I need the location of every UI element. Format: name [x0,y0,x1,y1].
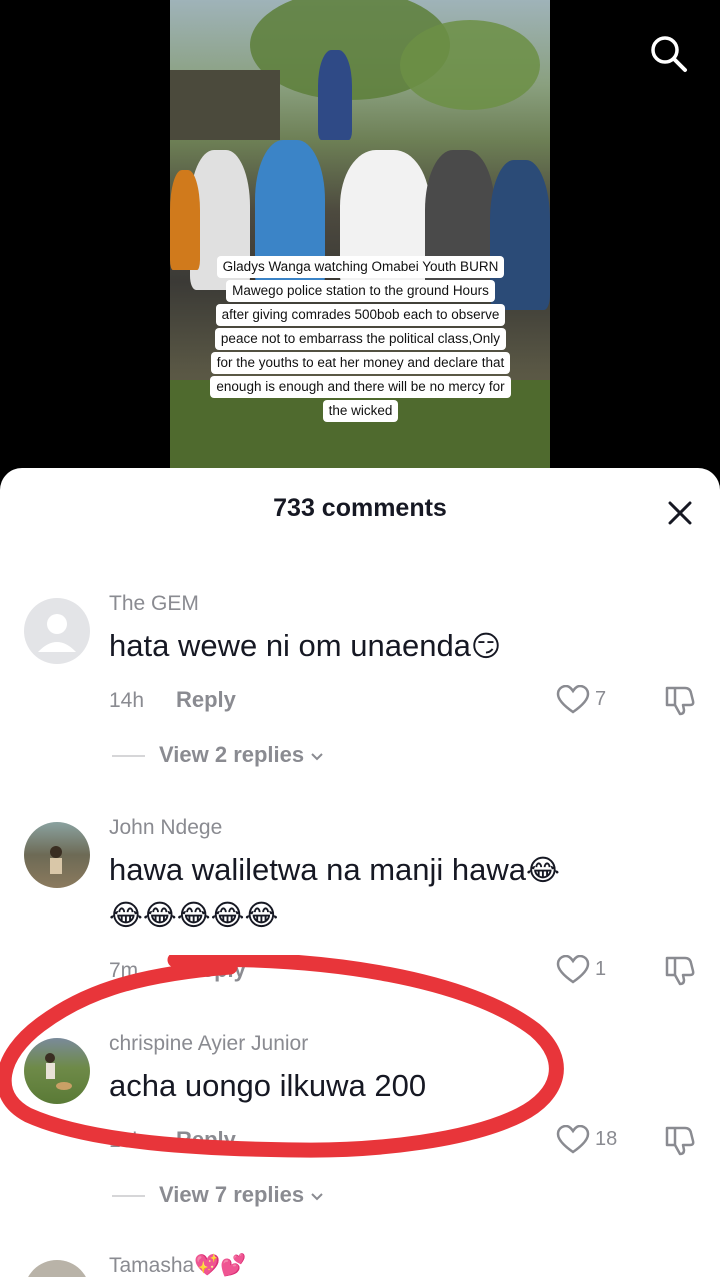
search-icon[interactable] [648,33,688,73]
like-count: 1 [595,958,607,980]
caption-line: enough is enough and there will be no me… [210,376,511,398]
comments-sheet: 733 comments The GEM hata wewe ni om una… [0,468,720,1277]
reply-button[interactable]: Reply [176,687,236,713]
caption-line: after giving comrades 500bob each to obs… [215,304,506,326]
thumbs-down-icon[interactable] [663,954,697,986]
thumbs-down-icon[interactable] [663,1124,697,1156]
comment-body: hata wewe ni om unaenda [109,628,471,663]
divider-line [112,1195,145,1197]
heart-icon[interactable] [556,1124,590,1155]
caption-line: the wicked [322,400,399,422]
laughing-emoji-row: 😂😂😂😂😂 [109,900,279,932]
comments-count-title: 733 comments [273,494,447,522]
comment-text: hata wewe ni om unaenda😏 [109,624,679,669]
view-replies-button[interactable]: View 2 replies [159,742,324,768]
comment-username[interactable]: Tamasha💖💕 [109,1254,247,1277]
avatar[interactable] [24,822,90,888]
comment-time: 14h [109,689,145,712]
video-frame: Gladys Wanga watching Omabei Youth BURN … [170,0,550,470]
truck-shape [170,70,280,140]
view-replies-label: View 7 replies [159,1182,305,1207]
reply-button[interactable]: Reply [176,1127,236,1153]
comment-text: acha uongo ilkuwa 200 [109,1068,427,1103]
close-icon[interactable] [663,496,697,530]
comment-username[interactable]: John Ndege [109,816,222,840]
comment-time: 10h [109,1129,145,1152]
chevron-down-icon [310,742,324,767]
heart-icon[interactable] [556,954,590,985]
video-player[interactable]: Gladys Wanga watching Omabei Youth BURN … [0,0,720,470]
comment-username[interactable]: chrispine Ayier Junior [109,1032,308,1056]
like-count: 7 [595,688,607,710]
comment-text: hawa waliletwa na manji hawa😂 😂😂😂😂😂 [109,848,679,938]
comment-username[interactable]: The GEM [109,592,199,616]
chevron-down-icon [310,1182,324,1207]
caption-line: peace not to embarrass the political cla… [214,328,507,350]
caption-line: Mawego police station to the ground Hour… [226,280,495,302]
reply-button[interactable]: Reply [186,957,246,983]
comment-body: hawa waliletwa na manji hawa [109,852,527,887]
video-caption: Gladys Wanga watching Omabei Youth BURN … [178,256,543,424]
caption-line: for the youths to eat her money and decl… [210,352,511,374]
caption-line: Gladys Wanga watching Omabei Youth BURN [216,256,505,278]
smirk-emoji: 😏 [470,631,502,663]
divider-line [112,755,145,757]
thumbs-down-icon[interactable] [663,684,697,716]
heart-icon[interactable] [556,684,590,715]
view-replies-button[interactable]: View 7 replies [159,1182,324,1208]
like-count: 18 [595,1128,618,1150]
comment-time: 7m [109,959,139,982]
laughing-emoji: 😂 [526,855,560,887]
avatar[interactable] [24,598,90,664]
view-replies-label: View 2 replies [159,742,305,767]
avatar[interactable] [24,1260,90,1277]
avatar[interactable] [24,1038,90,1104]
